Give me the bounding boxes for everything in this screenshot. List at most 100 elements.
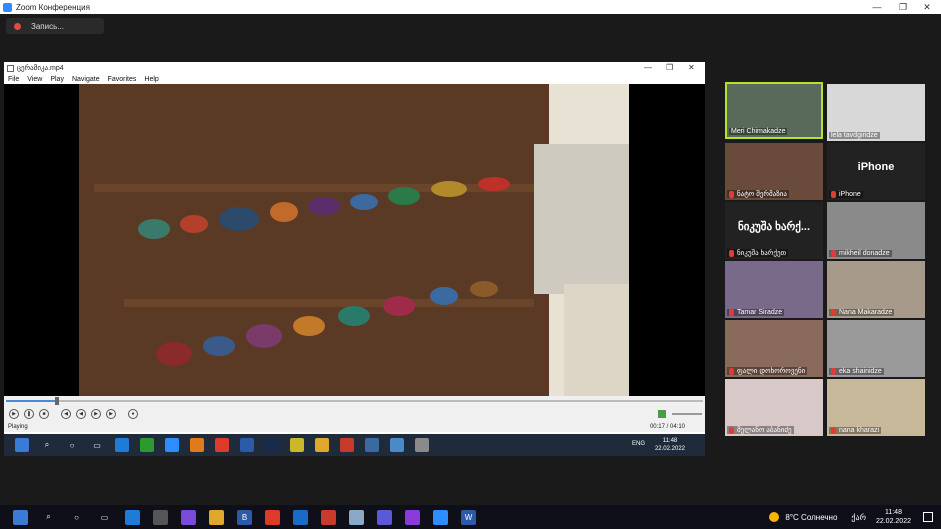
word-icon[interactable]: W <box>461 509 476 525</box>
playback-status: Playing <box>8 424 28 430</box>
participant-tile[interactable]: iPhone iPhone <box>827 143 925 200</box>
menu-view[interactable]: View <box>27 76 42 83</box>
video-frame[interactable] <box>4 84 705 396</box>
opera-icon[interactable] <box>321 509 336 525</box>
system-clock[interactable]: 11:48 22.02.2022 <box>876 508 911 526</box>
participant-name: mikheil donadze <box>839 250 890 257</box>
photoshop-icon[interactable] <box>265 438 279 452</box>
seek-handle[interactable] <box>54 397 59 405</box>
menu-play[interactable]: Play <box>50 76 64 83</box>
participant-tile[interactable]: ფალი დოხოროვენი <box>725 320 823 377</box>
app-bird-icon[interactable] <box>349 509 364 525</box>
rewind-button[interactable]: ◀ <box>76 409 86 419</box>
participant-tile[interactable]: eka shainidze <box>827 320 925 377</box>
tray-lang[interactable]: ქარ <box>851 513 866 522</box>
player-status-bar: Playing 00:17 / 04:10 <box>4 422 705 432</box>
player-maximize-button[interactable]: ❐ <box>666 63 673 72</box>
participant-tile[interactable]: Nana Makaradze <box>827 261 925 318</box>
task-view-icon[interactable]: ▭ <box>90 438 104 452</box>
menu-navigate[interactable]: Navigate <box>72 76 100 83</box>
recording-indicator[interactable]: Запись... <box>6 18 104 34</box>
pause-button[interactable]: ❚ <box>24 409 34 419</box>
player-menu-bar: File View Play Navigate Favorites Help <box>4 74 705 84</box>
word-icon[interactable] <box>240 438 254 452</box>
stop-button[interactable]: ■ <box>39 409 49 419</box>
cortana-icon[interactable]: ○ <box>69 510 84 525</box>
muted-mic-icon <box>831 368 836 375</box>
app-b-icon[interactable]: B <box>237 509 252 525</box>
close-button[interactable]: ✕ <box>915 0 939 14</box>
menu-file[interactable]: File <box>8 76 19 83</box>
viber-icon[interactable] <box>181 509 196 525</box>
file-explorer-icon[interactable] <box>209 509 224 525</box>
frame-step-button[interactable]: ● <box>128 409 138 419</box>
messenger-icon[interactable] <box>405 509 420 525</box>
recording-label: Запись... <box>31 21 64 31</box>
inner-language[interactable]: ENG <box>632 441 645 447</box>
participant-tile[interactable]: mikheil donadze <box>827 202 925 259</box>
windows-taskbar: ⌕ ○ ▭ B W 8°C Солнечно ქარ 11:48 22.02.2… <box>0 505 941 529</box>
windows-start-icon[interactable] <box>15 438 29 452</box>
clock-time: 11:48 <box>884 509 902 516</box>
participant-tile[interactable]: ნატო შერმაზია <box>725 143 823 200</box>
file-explorer-icon[interactable] <box>315 438 329 452</box>
muted-mic-icon <box>729 249 734 257</box>
menu-help[interactable]: Help <box>144 76 158 83</box>
teams-icon[interactable] <box>377 509 392 525</box>
search-icon[interactable]: ⌕ <box>40 438 54 452</box>
muted-mic-icon <box>831 427 836 434</box>
muted-mic-icon <box>831 309 836 316</box>
participant-display-label: ნიკუშა ხარქ... <box>737 221 811 233</box>
participant-tile[interactable]: Meri Chimakadze <box>725 82 823 139</box>
participant-tile[interactable]: lela tavdgiridze <box>827 84 925 141</box>
chrome-icon[interactable] <box>265 509 280 525</box>
participant-tile[interactable]: ნიკუშა ხარქ... ნიკუშა ხარქეთ <box>725 202 823 259</box>
shared-screen-taskbar: ⌕ ○ ▭ ENG 11:48 22.02.2022 <box>4 434 705 456</box>
app-green-icon[interactable] <box>140 438 154 452</box>
participant-tile[interactable]: მელანო აბანიძე <box>725 379 823 436</box>
inner-time: 11:48 <box>662 438 678 444</box>
participant-tile[interactable]: nana kharazi <box>827 379 925 436</box>
record-dot-icon <box>14 22 21 30</box>
zoom-app-icon[interactable] <box>433 509 448 525</box>
volume-slider[interactable] <box>672 413 702 415</box>
player-title-bar: ცერამიკა.mp4 — ❐ ✕ <box>4 62 705 74</box>
play-button[interactable]: ▶ <box>9 409 19 419</box>
store-icon[interactable] <box>153 509 168 525</box>
edge-icon[interactable] <box>125 509 140 525</box>
player-minimize-button[interactable]: — <box>644 63 652 72</box>
search-icon[interactable]: ⌕ <box>41 510 56 525</box>
maximize-button[interactable]: ❐ <box>891 0 915 14</box>
participant-name: eka shainidze <box>839 368 882 375</box>
app-lightblue-icon[interactable] <box>390 438 404 452</box>
weather-widget[interactable]: 8°C Солнечно <box>769 512 837 522</box>
fast-forward-button[interactable]: ▶ <box>91 409 101 419</box>
minimize-button[interactable]: — <box>865 0 889 14</box>
seek-progress <box>6 400 55 402</box>
app-blue-icon[interactable] <box>365 438 379 452</box>
seek-bar[interactable] <box>4 396 705 406</box>
task-view-icon[interactable]: ▭ <box>97 510 112 525</box>
windows-start-icon[interactable] <box>13 509 28 525</box>
participant-tile[interactable]: Tamar Siradze <box>725 261 823 318</box>
zoom-logo-icon <box>3 2 12 12</box>
inner-clock[interactable]: 11:48 22.02.2022 <box>655 437 685 453</box>
zoom-app-icon[interactable] <box>165 438 179 452</box>
volume-icon[interactable] <box>658 410 666 418</box>
edge-icon[interactable] <box>115 438 129 452</box>
menu-favorites[interactable]: Favorites <box>108 76 137 83</box>
chrome-icon[interactable] <box>215 438 229 452</box>
powerpoint-icon[interactable] <box>340 438 354 452</box>
media-player-icon[interactable] <box>415 438 429 452</box>
app-orange-icon[interactable] <box>190 438 204 452</box>
zoom-window-title: Zoom Конференция <box>16 2 90 12</box>
skip-back-button[interactable]: ◀ <box>61 409 71 419</box>
app-yellow-icon[interactable] <box>290 438 304 452</box>
player-controls: ▶ ❚ ■ ◀ ◀ ▶ ▶ ● <box>4 406 705 422</box>
skip-forward-button[interactable]: ▶ <box>106 409 116 419</box>
muted-mic-icon <box>831 191 836 198</box>
player-close-button[interactable]: ✕ <box>688 63 695 72</box>
mail-icon[interactable] <box>293 509 308 525</box>
cortana-icon[interactable]: ○ <box>65 438 79 452</box>
notification-icon[interactable] <box>923 512 933 522</box>
